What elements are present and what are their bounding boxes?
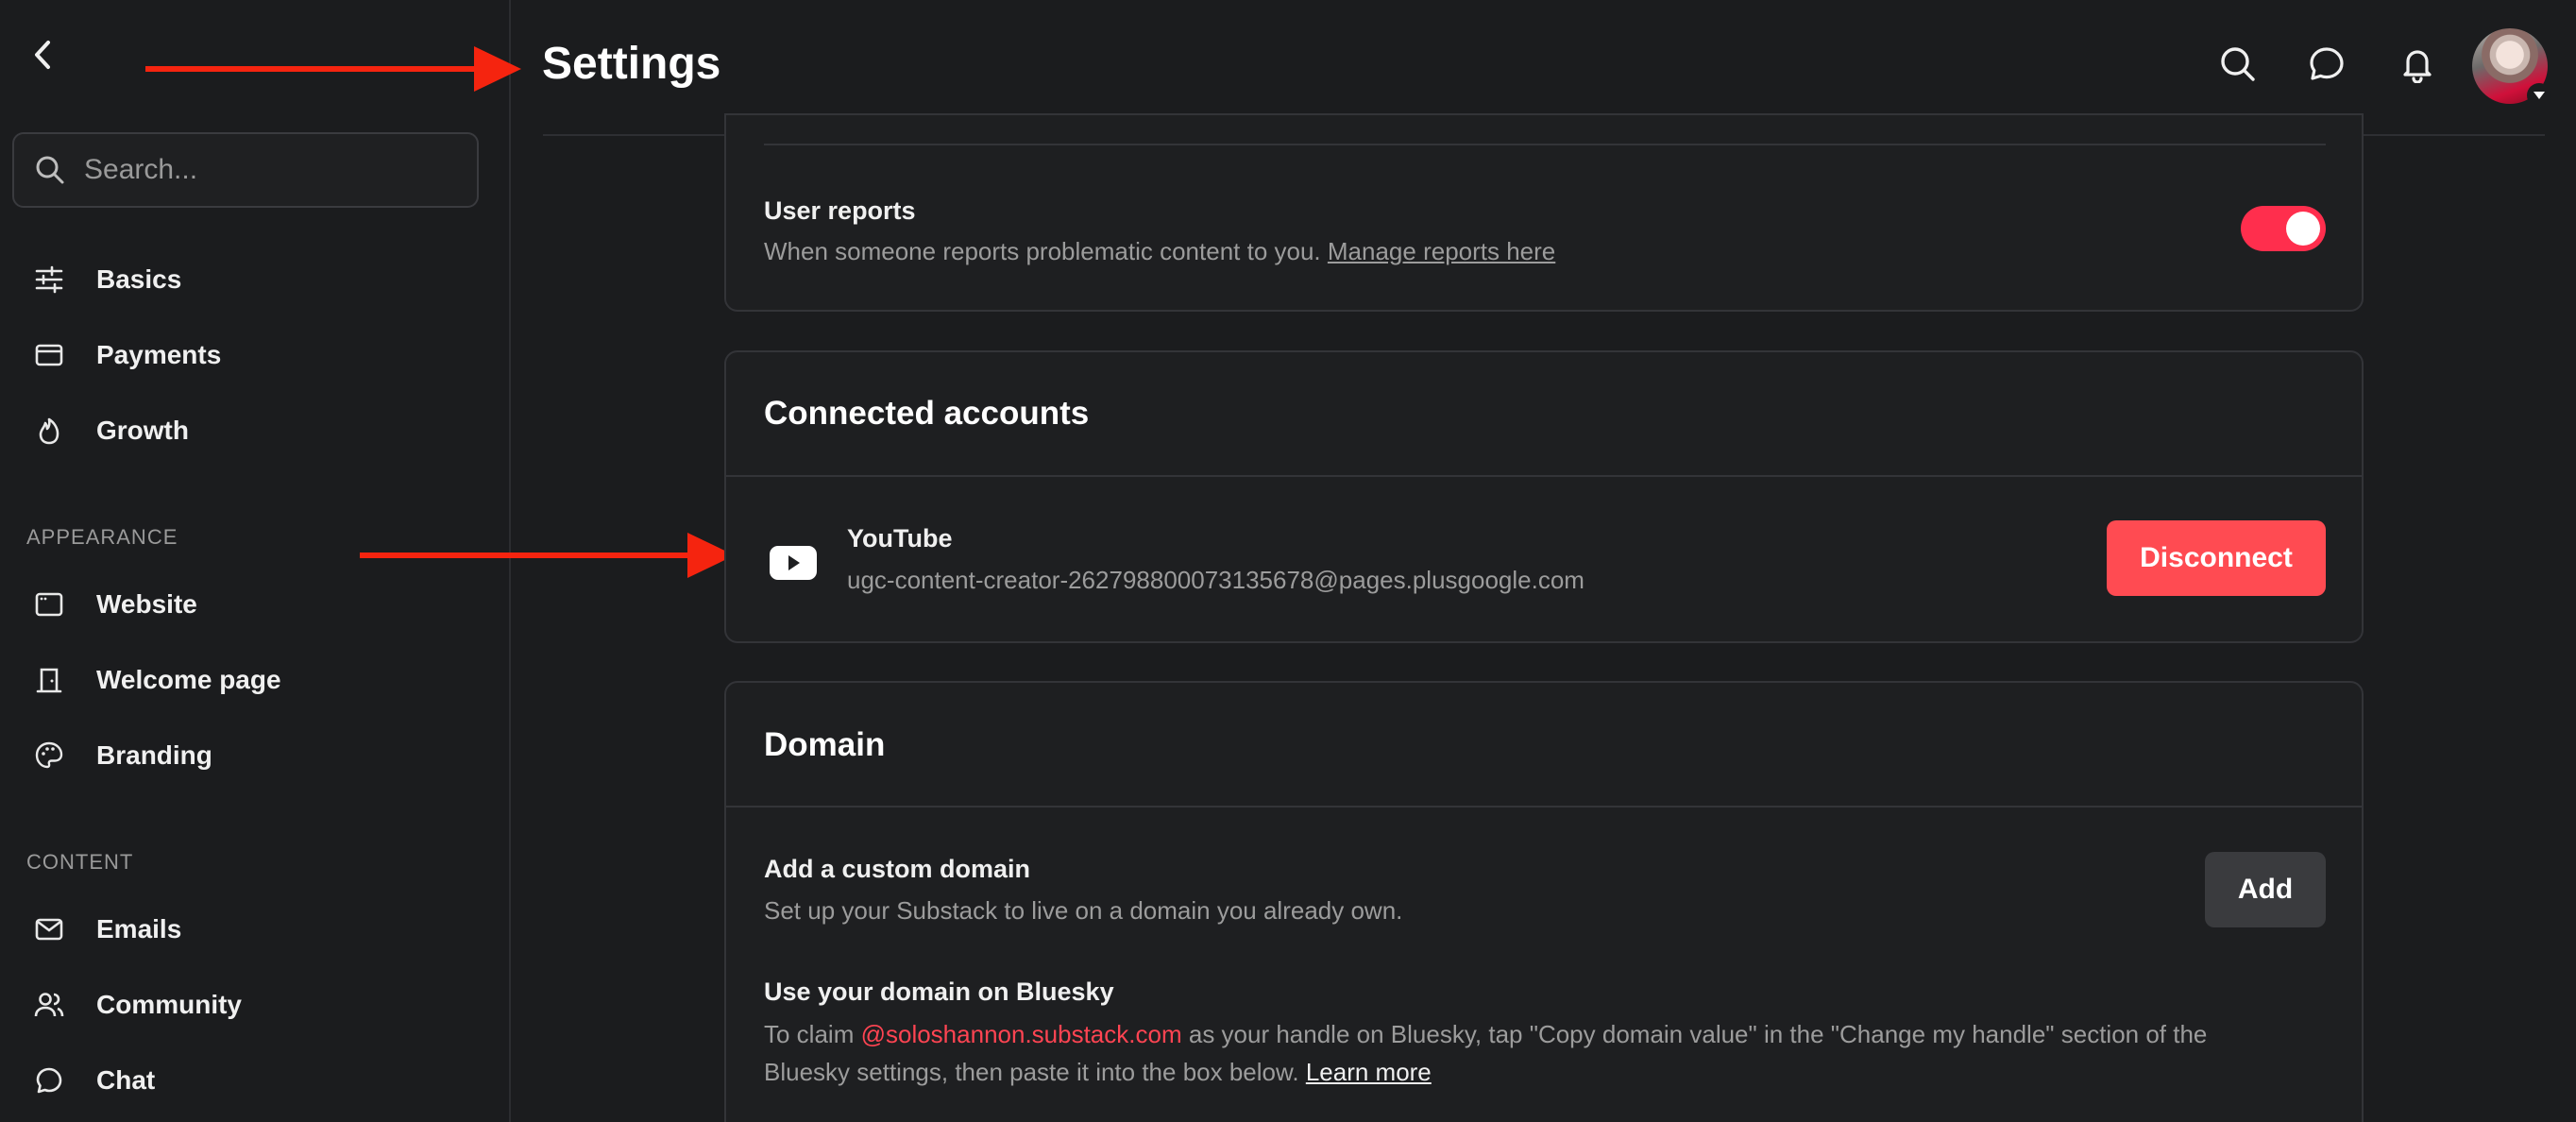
- user-reports-toggle[interactable]: [2241, 206, 2326, 251]
- search-box[interactable]: [12, 132, 479, 208]
- header-search-button[interactable]: [2215, 42, 2261, 87]
- domain-heading: Domain: [764, 726, 886, 763]
- browser-window-icon: [32, 587, 66, 621]
- chevron-left-icon: [35, 41, 50, 69]
- user-reports-card: User reports When someone reports proble…: [724, 113, 2364, 312]
- sidebar-item-welcome-page[interactable]: Welcome page: [32, 652, 485, 708]
- add-domain-button[interactable]: Add: [2205, 852, 2326, 927]
- connected-accounts-heading: Connected accounts: [764, 395, 1090, 432]
- sidebar-item-basics[interactable]: Basics: [32, 251, 485, 308]
- sidebar-item-label: Chat: [96, 1065, 156, 1095]
- section-label-appearance: APPEARANCE: [26, 525, 178, 549]
- page-title: Settings: [542, 39, 721, 89]
- annotation-arrow-youtube-line: [360, 552, 692, 558]
- toggle-knob: [2286, 212, 2320, 246]
- youtube-icon: [770, 546, 817, 580]
- sliders-icon: [32, 263, 66, 297]
- sidebar-item-growth[interactable]: Growth: [32, 402, 485, 459]
- bluesky-description: To claim @soloshannon.substack.com as yo…: [764, 1015, 2331, 1091]
- bluesky-text-post1: as your handle on Bluesky, tap "Copy dom…: [1188, 1020, 2208, 1048]
- sidebar-item-label: Branding: [96, 740, 212, 770]
- user-reports-description: When someone reports problematic content…: [764, 237, 1555, 266]
- bluesky-title: Use your domain on Bluesky: [764, 978, 1114, 1006]
- divider: [726, 475, 2362, 477]
- sidebar-item-website[interactable]: Website: [32, 576, 485, 633]
- learn-more-link[interactable]: Learn more: [1306, 1058, 1432, 1086]
- annotation-arrow-title-line: [145, 66, 480, 72]
- sidebar-item-emails[interactable]: Emails: [32, 901, 485, 958]
- sidebar-item-label: Welcome page: [96, 665, 281, 694]
- users-icon: [32, 988, 66, 1022]
- header-notifications-button[interactable]: [2395, 42, 2440, 87]
- welcome-door-icon: [32, 663, 66, 697]
- sidebar-item-chat[interactable]: Chat: [32, 1052, 485, 1109]
- divider: [764, 144, 2326, 145]
- chat-bubble-icon: [32, 1063, 66, 1097]
- search-input[interactable]: [84, 154, 462, 186]
- sidebar-item-branding[interactable]: Branding: [32, 727, 485, 784]
- bell-icon: [2403, 50, 2432, 83]
- sidebar-item-label: Growth: [96, 416, 189, 445]
- sidebar: Basics Payments Growth APPEARANCE Websit…: [0, 0, 511, 1122]
- sidebar-item-label: Emails: [96, 914, 182, 944]
- divider: [726, 806, 2362, 808]
- credit-card-icon: [32, 338, 66, 372]
- sidebar-item-label: Website: [96, 589, 197, 619]
- section-label-content: CONTENT: [26, 850, 134, 874]
- header-chat-button[interactable]: [2304, 42, 2349, 87]
- manage-reports-link[interactable]: Manage reports here: [1328, 237, 1555, 265]
- chevron-down-icon[interactable]: [2527, 83, 2551, 108]
- custom-domain-description: Set up your Substack to live on a domain…: [764, 896, 1403, 925]
- sidebar-item-label: Community: [96, 990, 242, 1019]
- flame-icon: [32, 414, 66, 448]
- sidebar-item-payments[interactable]: Payments: [32, 327, 485, 383]
- search-icon: [36, 156, 64, 184]
- sidebar-item-label: Payments: [96, 340, 222, 369]
- custom-domain-title: Add a custom domain: [764, 855, 1031, 883]
- youtube-account-email: ugc-content-creator-262798800073135678@p…: [847, 566, 1585, 594]
- domain-card: Domain Add a custom domain Set up your S…: [724, 681, 2364, 1122]
- sidebar-item-community[interactable]: Community: [32, 977, 485, 1033]
- chat-bubble-icon: [2310, 47, 2344, 80]
- sidebar-item-label: Basics: [96, 264, 182, 294]
- user-reports-description-text: When someone reports problematic content…: [764, 237, 1321, 265]
- back-button[interactable]: [25, 36, 62, 74]
- bluesky-handle: @soloshannon.substack.com: [860, 1020, 1182, 1048]
- search-icon: [2221, 47, 2255, 81]
- youtube-service-name: YouTube: [847, 524, 953, 552]
- mail-icon: [32, 912, 66, 946]
- annotation-arrow-title-head: [474, 46, 521, 92]
- bluesky-text-pre: To claim: [764, 1020, 855, 1048]
- user-reports-title: User reports: [764, 196, 916, 225]
- disconnect-button[interactable]: Disconnect: [2107, 520, 2326, 596]
- bluesky-text-post2: Bluesky settings, then paste it into the…: [764, 1058, 1299, 1086]
- palette-icon: [32, 739, 66, 773]
- connected-accounts-card: Connected accounts YouTube ugc-content-c…: [724, 350, 2364, 643]
